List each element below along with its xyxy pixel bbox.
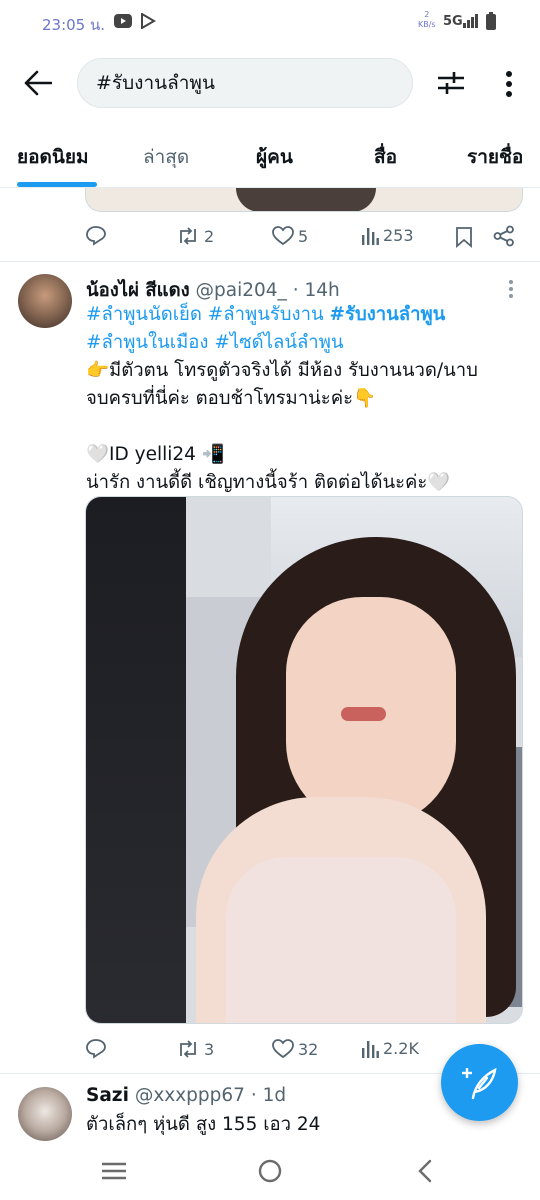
retweet-icon bbox=[180, 227, 196, 245]
tweet-photo[interactable] bbox=[85, 496, 523, 1024]
retweet-count: 2 bbox=[204, 226, 215, 246]
fridge bbox=[86, 497, 186, 1023]
tweet-more-icon[interactable] bbox=[508, 279, 514, 299]
heart-icon bbox=[272, 1039, 294, 1059]
tweet-header: Sazi @xxxppp67 · 1d bbox=[86, 1085, 286, 1106]
like-count: 32 bbox=[298, 1039, 319, 1059]
system-nav-bar bbox=[0, 1142, 540, 1200]
search-tabs: ยอดนิยม ล่าสุด ผู้คน สื่อ รายชื่อ bbox=[0, 124, 540, 188]
status-bar: 23:05 น. 2 KB/s 5G bbox=[0, 0, 540, 44]
retweet-button[interactable]: 2 bbox=[176, 226, 214, 246]
more-options-icon[interactable] bbox=[505, 70, 513, 98]
hashtag-line: #ลำพูนในเมือง #ไซด์ไลน์ลำพูน bbox=[86, 329, 478, 357]
dress bbox=[226, 857, 456, 1023]
tweet-text: ตัวเล็กๆ หุ่นดี สูง 155 เอว 24 bbox=[86, 1114, 321, 1135]
previous-tweet-media[interactable] bbox=[85, 188, 523, 212]
author-name[interactable]: น้องไผ่ สีแดง bbox=[86, 280, 190, 301]
tweet-time: · 1d bbox=[250, 1085, 287, 1106]
back-nav-icon[interactable] bbox=[418, 1159, 432, 1183]
reply-icon[interactable] bbox=[85, 224, 107, 246]
tweet-text-line: จบครบที่นี่ค่ะ ตอบช้าโทรมาน่ะค่ะ👇 bbox=[86, 388, 377, 409]
tweet-text-line: 🤍ID yelli24 📲 bbox=[86, 444, 225, 465]
youtube-icon bbox=[114, 14, 132, 28]
compose-button[interactable] bbox=[441, 1044, 518, 1121]
author-name[interactable]: Sazi bbox=[86, 1085, 129, 1106]
hashtag-highlighted[interactable]: #รับงานลำพูน bbox=[330, 304, 446, 325]
home-icon[interactable] bbox=[258, 1159, 282, 1183]
views-button[interactable]: 2.2K bbox=[361, 1039, 419, 1058]
like-button[interactable]: 5 bbox=[272, 226, 308, 246]
bookmark-icon[interactable] bbox=[455, 226, 473, 248]
view-count: 253 bbox=[383, 226, 414, 245]
filter-icon[interactable] bbox=[436, 70, 466, 96]
avatar[interactable] bbox=[18, 1087, 72, 1141]
back-icon[interactable] bbox=[24, 70, 52, 96]
tweet-text-line: น่ารัก งานดี้ดี เชิญทางนี้จร้า ติดต่อได้… bbox=[86, 472, 451, 493]
network-type: 5G bbox=[443, 14, 463, 29]
compose-icon bbox=[462, 1067, 497, 1100]
tab-latest[interactable]: ล่าสุด bbox=[143, 142, 189, 172]
author-handle[interactable]: @pai204_ bbox=[196, 280, 287, 301]
hashtag[interactable]: #ไซด์ไลน์ลำพูน bbox=[214, 332, 343, 353]
avatar[interactable] bbox=[18, 274, 72, 328]
heart-icon bbox=[272, 226, 294, 246]
like-count: 5 bbox=[298, 226, 309, 246]
tab-top[interactable]: ยอดนิยม bbox=[17, 142, 89, 172]
retweet-icon bbox=[180, 1040, 196, 1058]
like-button[interactable]: 32 bbox=[272, 1039, 318, 1059]
hashtag-line: #ลำพูนนัดเย็ด #ลำพูนรับงาน #รับงานลำพูน bbox=[86, 301, 478, 329]
views-button[interactable]: 253 bbox=[361, 226, 414, 245]
view-count: 2.2K bbox=[383, 1039, 419, 1058]
tab-media[interactable]: สื่อ bbox=[374, 142, 397, 172]
tab-people[interactable]: ผู้คน bbox=[256, 142, 293, 172]
hashtag[interactable]: #ลำพูนรับงาน bbox=[208, 304, 324, 325]
retweet-button[interactable]: 3 bbox=[176, 1039, 214, 1059]
clock: 23:05 น. bbox=[42, 16, 106, 34]
retweet-count: 3 bbox=[204, 1039, 215, 1059]
recent-apps-icon[interactable] bbox=[102, 1162, 126, 1180]
hashtag[interactable]: #ลำพูนนัดเย็ด bbox=[86, 304, 202, 325]
signal-icon bbox=[463, 14, 479, 28]
hashtag[interactable]: #ลำพูนในเมือง bbox=[86, 332, 208, 353]
tab-lists[interactable]: รายชื่อ bbox=[467, 142, 523, 172]
search-input[interactable]: #รับงานลำพูน bbox=[77, 58, 413, 108]
author-handle[interactable]: @xxxppp67 bbox=[135, 1085, 245, 1106]
tweet-text: #ลำพูนนัดเย็ด #ลำพูนรับงาน #รับงานลำพูน … bbox=[86, 301, 478, 497]
battery-icon bbox=[486, 12, 496, 30]
views-icon bbox=[362, 1040, 379, 1058]
tweet-text-line: 👉มีตัวตน โทรดูตัวจริงได้ มีห้อง รับงานนว… bbox=[86, 360, 478, 381]
search-header: #รับงานลำพูน bbox=[0, 44, 540, 124]
views-icon bbox=[362, 227, 379, 245]
active-tab-indicator bbox=[17, 182, 97, 187]
share-icon[interactable] bbox=[493, 225, 515, 247]
net-speed: 2 KB/s bbox=[418, 10, 436, 29]
play-store-icon bbox=[140, 13, 156, 29]
reply-icon[interactable] bbox=[85, 1037, 107, 1059]
tweet-time: · 14h bbox=[292, 280, 340, 301]
divider bbox=[0, 261, 540, 262]
